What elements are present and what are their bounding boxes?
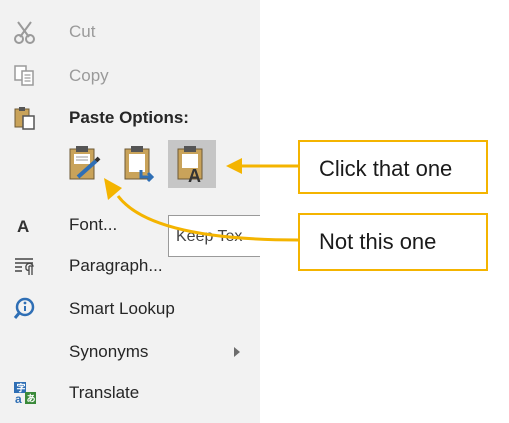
arrow-to-keep-source: [116, 195, 299, 242]
arrow-head-right: [226, 158, 242, 174]
annotation-arrows: [104, 158, 299, 242]
